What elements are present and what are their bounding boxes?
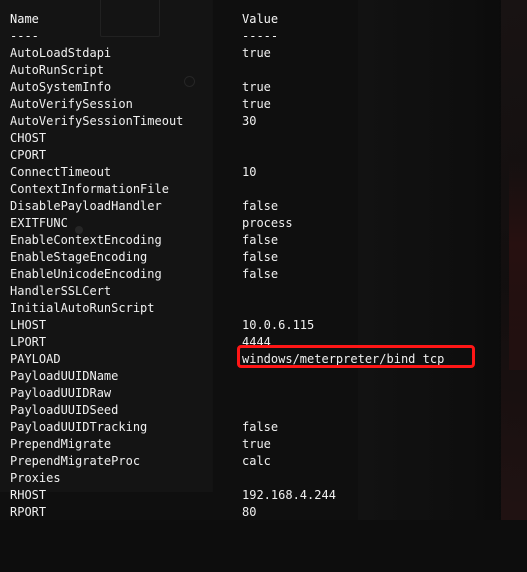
option-name: AutoVerifySessionTimeout xyxy=(10,114,184,128)
option-value: 10.0.6.115 xyxy=(242,318,315,332)
divider-row: ---- ----- xyxy=(10,28,510,45)
option-name: EnableContextEncoding xyxy=(10,233,162,247)
option-value: false xyxy=(242,267,279,281)
option-name: PayloadUUIDName xyxy=(10,369,119,383)
option-value: true xyxy=(242,437,271,451)
option-name: AutoLoadStdapi xyxy=(10,46,112,60)
background-accent xyxy=(509,160,527,370)
option-name: PrependMigrateProc xyxy=(10,454,141,468)
option-row-contextinformationfile: ContextInformationFile xyxy=(10,181,510,198)
option-row-autorunscript: AutoRunScript xyxy=(10,62,510,79)
option-name: AutoSystemInfo xyxy=(10,80,112,94)
option-name: AutoRunScript xyxy=(10,63,104,77)
option-name: PayloadUUIDTracking xyxy=(10,420,148,434)
option-row-prependmigrateproc: PrependMigrateProc calc xyxy=(10,453,510,470)
option-row-initialautorunscript: InitialAutoRunScript xyxy=(10,300,510,317)
option-name: EXITFUNC xyxy=(10,216,68,230)
terminal-output: Name Value ---- ----- AutoLoadStdapi tru… xyxy=(10,11,510,521)
option-row-payloaduuidname: PayloadUUIDName xyxy=(10,368,510,385)
option-value: 192.168.4.244 xyxy=(242,488,336,502)
option-value: false xyxy=(242,233,279,247)
option-row-autoverifysession: AutoVerifySession true xyxy=(10,96,510,113)
option-value: false xyxy=(242,250,279,264)
option-value: false xyxy=(242,420,279,434)
option-row-autoverifysessiontimeout: AutoVerifySessionTimeout 30 xyxy=(10,113,510,130)
option-name: HandlerSSLCert xyxy=(10,284,112,298)
option-row-rport: RPORT 80 xyxy=(10,504,510,521)
option-name: Proxies xyxy=(10,471,61,485)
option-row-enablestageencoding: EnableStageEncoding false xyxy=(10,249,510,266)
option-row-payloaduuidraw: PayloadUUIDRaw xyxy=(10,385,510,402)
option-name: ContextInformationFile xyxy=(10,182,169,196)
option-value: calc xyxy=(242,454,271,468)
option-row-exitfunc: EXITFUNC process xyxy=(10,215,510,232)
option-name: RHOST xyxy=(10,488,47,502)
option-name: DisablePayloadHandler xyxy=(10,199,162,213)
option-name: AutoVerifySession xyxy=(10,97,133,111)
option-value: true xyxy=(242,46,271,60)
value-header: Value xyxy=(242,12,279,26)
option-row-handlersslcert: HandlerSSLCert xyxy=(10,283,510,300)
option-row-chost: CHOST xyxy=(10,130,510,147)
option-name: InitialAutoRunScript xyxy=(10,301,155,315)
option-row-rhost: RHOST 192.168.4.244 xyxy=(10,487,510,504)
option-value: true xyxy=(242,97,271,111)
value-divider: ----- xyxy=(242,29,279,43)
option-value: process xyxy=(242,216,293,230)
option-name: PrependMigrate xyxy=(10,437,112,451)
option-value: true xyxy=(242,80,271,94)
option-row-proxies: Proxies xyxy=(10,470,510,487)
option-row-enableunicodeencoding: EnableUnicodeEncoding false xyxy=(10,266,510,283)
option-row-autosysteminfo: AutoSystemInfo true xyxy=(10,79,510,96)
option-row-payloaduuidtracking: PayloadUUIDTracking false xyxy=(10,419,510,436)
option-value: 30 xyxy=(242,114,257,128)
option-row-autoloadstdapi: AutoLoadStdapi true xyxy=(10,45,510,62)
option-name: LHOST xyxy=(10,318,47,332)
option-row-lport: LPORT 4444 xyxy=(10,334,510,351)
option-name: ConnectTimeout xyxy=(10,165,112,179)
option-row-connecttimeout: ConnectTimeout 10 xyxy=(10,164,510,181)
option-value: 80 xyxy=(242,505,257,519)
option-name: EnableStageEncoding xyxy=(10,250,148,264)
option-row-lhost: LHOST 10.0.6.115 xyxy=(10,317,510,334)
option-value: 4444 xyxy=(242,335,271,349)
option-name: CPORT xyxy=(10,148,47,162)
option-name: LPORT xyxy=(10,335,47,349)
option-name: PayloadUUIDRaw xyxy=(10,386,112,400)
option-name: RPORT xyxy=(10,505,47,519)
option-row-payloaduuidseed: PayloadUUIDSeed xyxy=(10,402,510,419)
option-row-prependmigrate: PrependMigrate true xyxy=(10,436,510,453)
header-row: Name Value xyxy=(10,11,510,28)
option-row-cport: CPORT xyxy=(10,147,510,164)
option-name: PayloadUUIDSeed xyxy=(10,403,119,417)
option-name: CHOST xyxy=(10,131,47,145)
option-value: 10 xyxy=(242,165,257,179)
option-row-payload: PAYLOAD windows/meterpreter/bind_tcp xyxy=(10,345,510,368)
option-row-enablecontextencoding: EnableContextEncoding false xyxy=(10,232,510,249)
name-header: Name xyxy=(10,12,39,26)
option-name: PAYLOAD xyxy=(10,352,61,366)
option-value: windows/meterpreter/bind_tcp xyxy=(242,352,445,366)
option-name: EnableUnicodeEncoding xyxy=(10,267,162,281)
option-row-disablepayloadhandler: DisablePayloadHandler false xyxy=(10,198,510,215)
name-divider: ---- xyxy=(10,29,39,43)
option-value: false xyxy=(242,199,279,213)
